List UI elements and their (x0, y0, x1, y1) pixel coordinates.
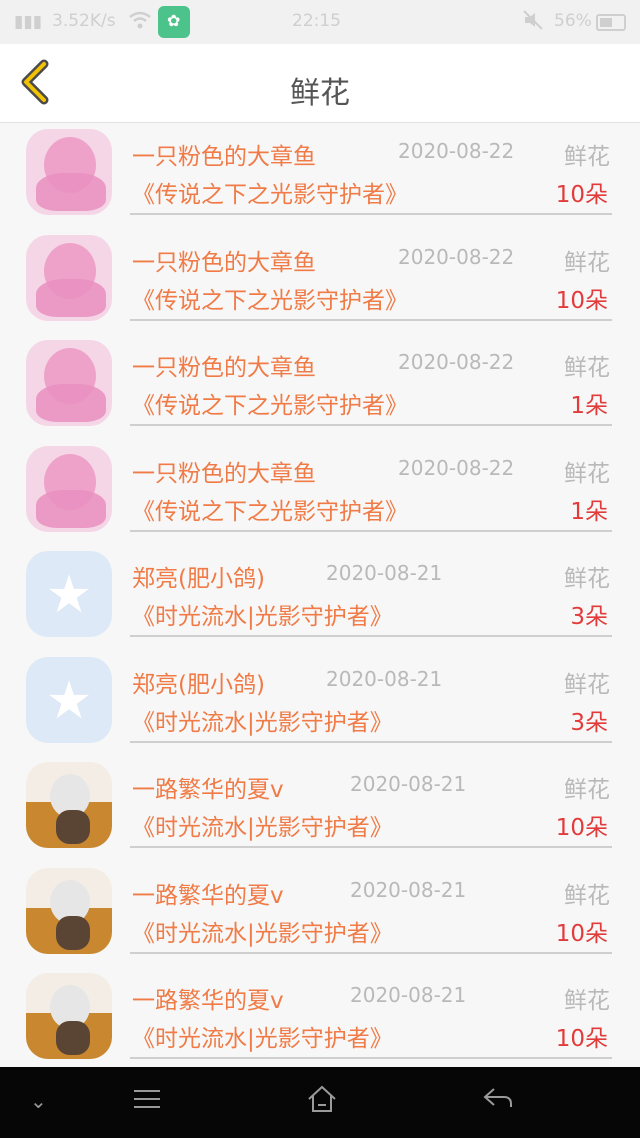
avatar[interactable] (26, 867, 112, 954)
sender-name: 一路繁华的夏v (132, 988, 284, 1014)
send-date: 2020-08-22 (398, 244, 515, 269)
list-item[interactable]: 一只粉色的大章鱼 2020-08-22 鲜花《传说之下之光影守护者》 1朵 (0, 440, 640, 546)
gift-count: 10朵 (555, 815, 608, 841)
sender-name: 一只粉色的大章鱼 (132, 144, 316, 170)
menu-icon[interactable] (132, 1085, 162, 1118)
gift-count: 1朵 (570, 498, 608, 525)
sender-name: 一只粉色的大章鱼 (132, 355, 316, 381)
mute-icon (522, 9, 544, 36)
book-title: 《时光流水|光影守护者》 (132, 709, 393, 736)
avatar[interactable] (26, 762, 112, 848)
navigation-bar: ⌄ (0, 1067, 640, 1138)
sender-name: 郑亮(肥小鸽) (132, 566, 265, 592)
gift-count: 10朵 (555, 1026, 608, 1052)
list-item[interactable]: 一只粉色的大章鱼 2020-08-22 鲜花《传说之下之光影守护者》 10朵 (0, 229, 640, 335)
gift-type-label: 鲜花 (564, 671, 610, 698)
back-nav-icon[interactable] (482, 1085, 514, 1118)
sender-name: 一只粉色的大章鱼 (132, 460, 316, 487)
list-item[interactable]: 一只粉色的大章鱼 2020-08-22 鲜花《传说之下之光影守护者》 10朵 (0, 123, 640, 229)
sender-name: 一路繁华的夏v (132, 777, 284, 803)
avatar[interactable]: ★ (26, 656, 112, 743)
send-date: 2020-08-21 (350, 772, 467, 796)
gift-type-label: 鲜花 (564, 988, 610, 1014)
gift-type-label: 鲜花 (564, 777, 610, 803)
gift-type-label: 鲜花 (564, 566, 610, 592)
gift-type-label: 鲜花 (564, 460, 610, 487)
home-icon[interactable] (306, 1085, 338, 1120)
gift-type-label: 鲜花 (564, 144, 610, 170)
gift-type-label: 鲜花 (564, 882, 610, 909)
book-title: 《时光流水|光影守护者》 (132, 604, 393, 630)
avatar[interactable] (26, 340, 112, 426)
sender-name: 一路繁华的夏v (132, 882, 284, 909)
flower-record-list: 一只粉色的大章鱼 2020-08-22 鲜花 《传说之下之光影守护者》 10朵 一只粉色的… (0, 123, 640, 1067)
row-divider (130, 951, 612, 954)
chevron-down-icon[interactable]: ⌄ (30, 1089, 47, 1113)
battery-icon (596, 14, 626, 31)
send-date: 2020-08-22 (398, 455, 515, 480)
gift-count: 3朵 (570, 709, 608, 736)
send-date: 2020-08-22 (398, 350, 515, 374)
book-title: 《时光流水|光影守护者》 (132, 1026, 393, 1052)
row-divider (130, 529, 612, 532)
header: 鲜花 (0, 44, 640, 123)
row-divider (130, 318, 612, 321)
avatar[interactable] (26, 973, 112, 1059)
status-time: 22:15 (292, 11, 341, 31)
book-title: 《时光流水|光影守护者》 (132, 815, 393, 841)
gift-count: 10朵 (555, 287, 608, 314)
network-speed: 3.52K/s (52, 11, 116, 31)
book-title: 《传说之下之光影守护者》 (132, 287, 408, 314)
status-bar: ▮▮▮ 3.52K/s ✿ 22:15 56% (0, 0, 640, 44)
row-divider (130, 635, 612, 637)
send-date: 2020-08-21 (326, 666, 443, 691)
battery-percent: 56% (554, 11, 592, 31)
avatar[interactable] (26, 129, 112, 215)
row-divider (130, 213, 612, 215)
list-item[interactable]: 一路繁华的夏v 2020-08-21 鲜花《时光流水|光影守护者》 10朵 (0, 862, 640, 968)
gift-count: 1朵 (570, 393, 608, 419)
gift-count: 10朵 (555, 920, 608, 947)
book-title: 《传说之下之光影守护者》 (132, 393, 408, 419)
gift-type-label: 鲜花 (564, 355, 610, 381)
list-item[interactable]: 一路繁华的夏v 2020-08-21 鲜花《时光流水|光影守护者》 10朵 (0, 756, 640, 862)
gift-count: 3朵 (570, 604, 608, 630)
page-title: 鲜花 (290, 76, 350, 111)
send-date: 2020-08-21 (350, 877, 467, 902)
row-divider (130, 740, 612, 743)
app-icon: ✿ (158, 6, 190, 38)
gift-type-label: 鲜花 (564, 249, 610, 276)
sender-name: 郑亮(肥小鸽) (132, 671, 265, 698)
signal-icon: ▮▮▮ (14, 12, 43, 32)
wifi-icon (128, 10, 152, 35)
avatar[interactable]: ★ (26, 551, 112, 637)
send-date: 2020-08-21 (350, 983, 467, 1007)
avatar[interactable] (26, 445, 112, 532)
row-divider (130, 424, 612, 426)
list-item[interactable]: ★ 郑亮(肥小鸽) 2020-08-21 鲜花《时光流水|光影守护者》 3朵 (0, 651, 640, 757)
list-item[interactable]: 一只粉色的大章鱼 2020-08-22 鲜花《传说之下之光影守护者》 1朵 (0, 334, 640, 440)
send-date: 2020-08-22 (398, 139, 515, 163)
book-title: 《传说之下之光影守护者》 (132, 498, 408, 525)
book-title: 《时光流水|光影守护者》 (132, 920, 393, 947)
list-item[interactable]: 一路繁华的夏v 2020-08-21 鲜花《时光流水|光影守护者》 10朵 (0, 967, 640, 1067)
book-title: 《传说之下之光影守护者》 (132, 182, 408, 208)
avatar[interactable] (26, 234, 112, 321)
list-item[interactable]: ★ 郑亮(肥小鸽) 2020-08-21 鲜花《时光流水|光影守护者》 3朵 (0, 545, 640, 651)
row-divider (130, 1057, 612, 1059)
row-divider (130, 846, 612, 848)
send-date: 2020-08-21 (326, 561, 443, 585)
gift-count: 10朵 (555, 182, 608, 208)
sender-name: 一只粉色的大章鱼 (132, 249, 316, 276)
